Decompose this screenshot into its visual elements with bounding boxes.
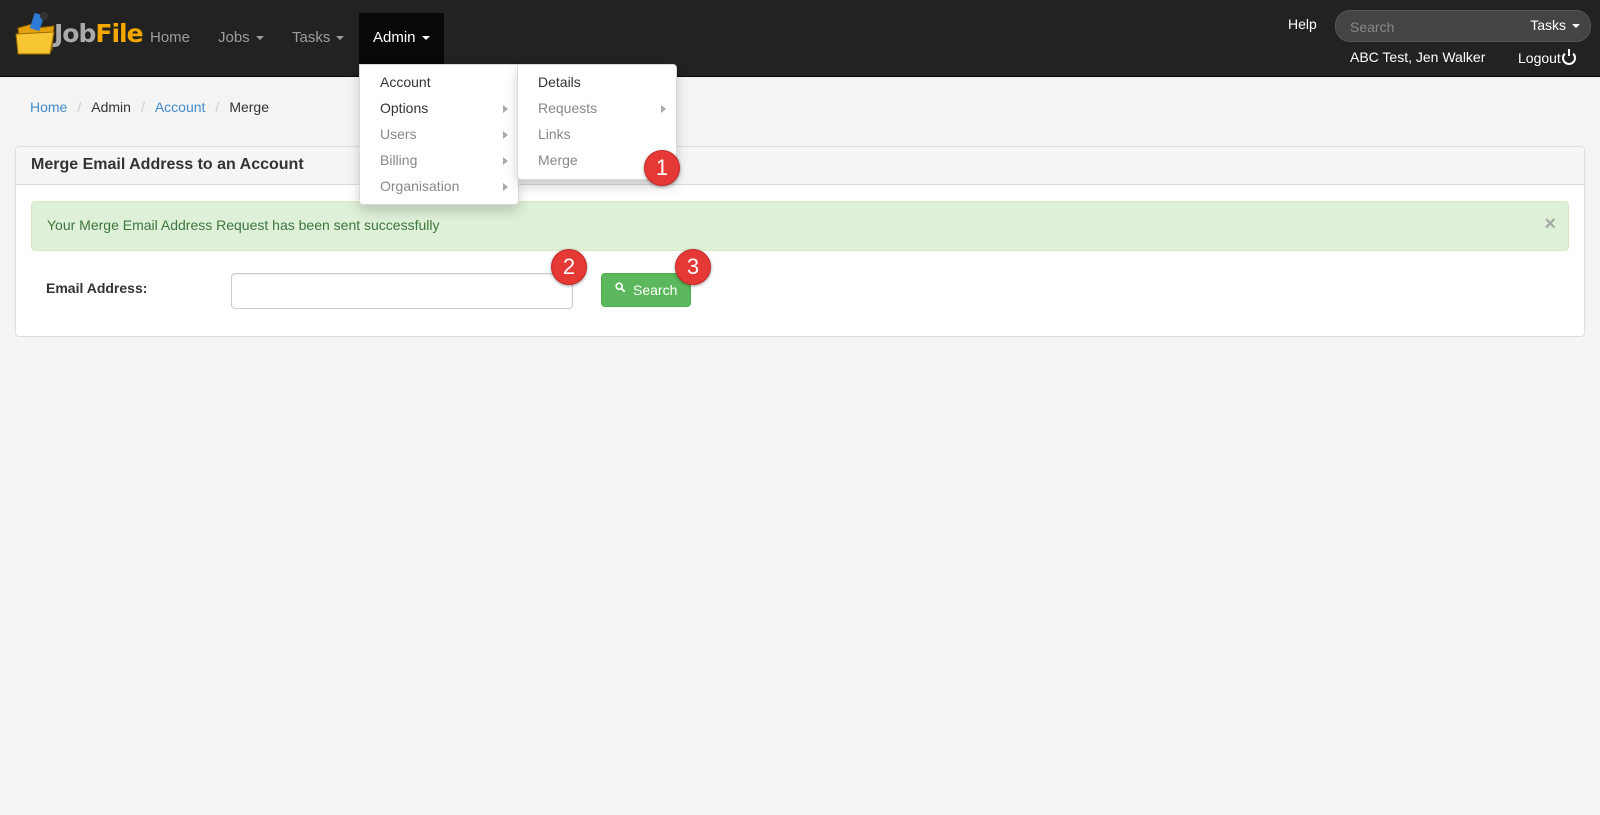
panel-heading: Merge Email Address to an Account xyxy=(16,147,1584,185)
email-field[interactable] xyxy=(231,273,573,309)
menu-item-billing[interactable]: Billing xyxy=(380,152,417,168)
search-icon xyxy=(615,282,625,292)
chevron-right-icon xyxy=(503,183,508,191)
panel-title: Merge Email Address to an Account xyxy=(31,156,304,173)
nav-admin-label: Admin xyxy=(373,29,416,46)
breadcrumb-separator: / xyxy=(215,99,220,115)
breadcrumb-admin: Admin xyxy=(91,99,131,115)
annotation-badge-3: 3 xyxy=(675,249,711,285)
chevron-right-icon xyxy=(503,131,508,139)
menu-item-users[interactable]: Users xyxy=(380,126,417,142)
logout-label: Logout xyxy=(1518,50,1561,66)
submenu-item-requests[interactable]: Requests xyxy=(538,100,597,116)
user-name[interactable]: ABC Test, Jen Walker xyxy=(1350,49,1485,65)
menu-item-options[interactable]: Options xyxy=(380,100,428,116)
caret-down-icon xyxy=(255,36,264,41)
chevron-right-icon xyxy=(661,105,666,113)
submenu-item-merge[interactable]: Merge xyxy=(538,152,578,168)
nav-tasks-label: Tasks xyxy=(292,29,331,46)
nav-tasks[interactable]: Tasks xyxy=(292,13,345,75)
close-icon[interactable]: × xyxy=(1544,213,1556,236)
chevron-right-icon xyxy=(503,105,508,113)
alert-message: Your Merge Email Address Request has bee… xyxy=(47,217,440,233)
submenu-item-details[interactable]: Details xyxy=(538,74,581,90)
help-link[interactable]: Help xyxy=(1288,16,1317,32)
admin-dropdown-menu: Account Options Users Billing Organisati… xyxy=(359,64,519,205)
search-button[interactable]: Search xyxy=(601,273,691,307)
caret-down-icon xyxy=(336,36,345,41)
chevron-right-icon xyxy=(503,157,508,165)
submenu-item-links[interactable]: Links xyxy=(538,126,571,142)
nav-jobs-label: Jobs xyxy=(218,29,250,46)
caret-down-icon xyxy=(421,36,430,41)
top-navbar: JobFile Home Jobs Tasks Admin Help Tasks… xyxy=(0,0,1600,77)
breadcrumb-home[interactable]: Home xyxy=(30,99,67,115)
global-search: Tasks xyxy=(1335,10,1591,42)
logout-link[interactable]: Logout xyxy=(1518,49,1576,66)
nav-home-label: Home xyxy=(150,29,191,46)
search-input[interactable] xyxy=(1348,17,1502,37)
logo-text: JobFile xyxy=(54,19,144,48)
menu-item-organisation[interactable]: Organisation xyxy=(380,178,459,194)
annotation-badge-1: 1 xyxy=(644,150,680,186)
nav-jobs[interactable]: Jobs xyxy=(218,13,264,75)
annotation-badge-2: 2 xyxy=(551,249,587,285)
menu-item-account[interactable]: Account xyxy=(380,74,431,90)
search-button-label: Search xyxy=(633,282,678,298)
search-scope-label: Tasks xyxy=(1530,17,1566,33)
search-scope-dropdown[interactable]: Tasks xyxy=(1530,17,1580,33)
email-label: Email Address: xyxy=(46,280,148,296)
merge-panel: Merge Email Address to an Account Your M… xyxy=(15,146,1585,337)
breadcrumb-merge: Merge xyxy=(229,99,269,115)
caret-down-icon xyxy=(1572,24,1580,29)
breadcrumb-account[interactable]: Account xyxy=(155,99,206,115)
breadcrumb-separator: / xyxy=(140,99,145,115)
success-alert: Your Merge Email Address Request has bee… xyxy=(31,201,1569,251)
breadcrumb-separator: / xyxy=(77,99,82,115)
breadcrumb: Home / Admin / Account / Merge xyxy=(30,99,269,115)
power-icon xyxy=(1561,49,1576,66)
nav-home[interactable]: Home xyxy=(150,13,190,75)
jobfile-logo[interactable]: JobFile xyxy=(14,8,144,56)
